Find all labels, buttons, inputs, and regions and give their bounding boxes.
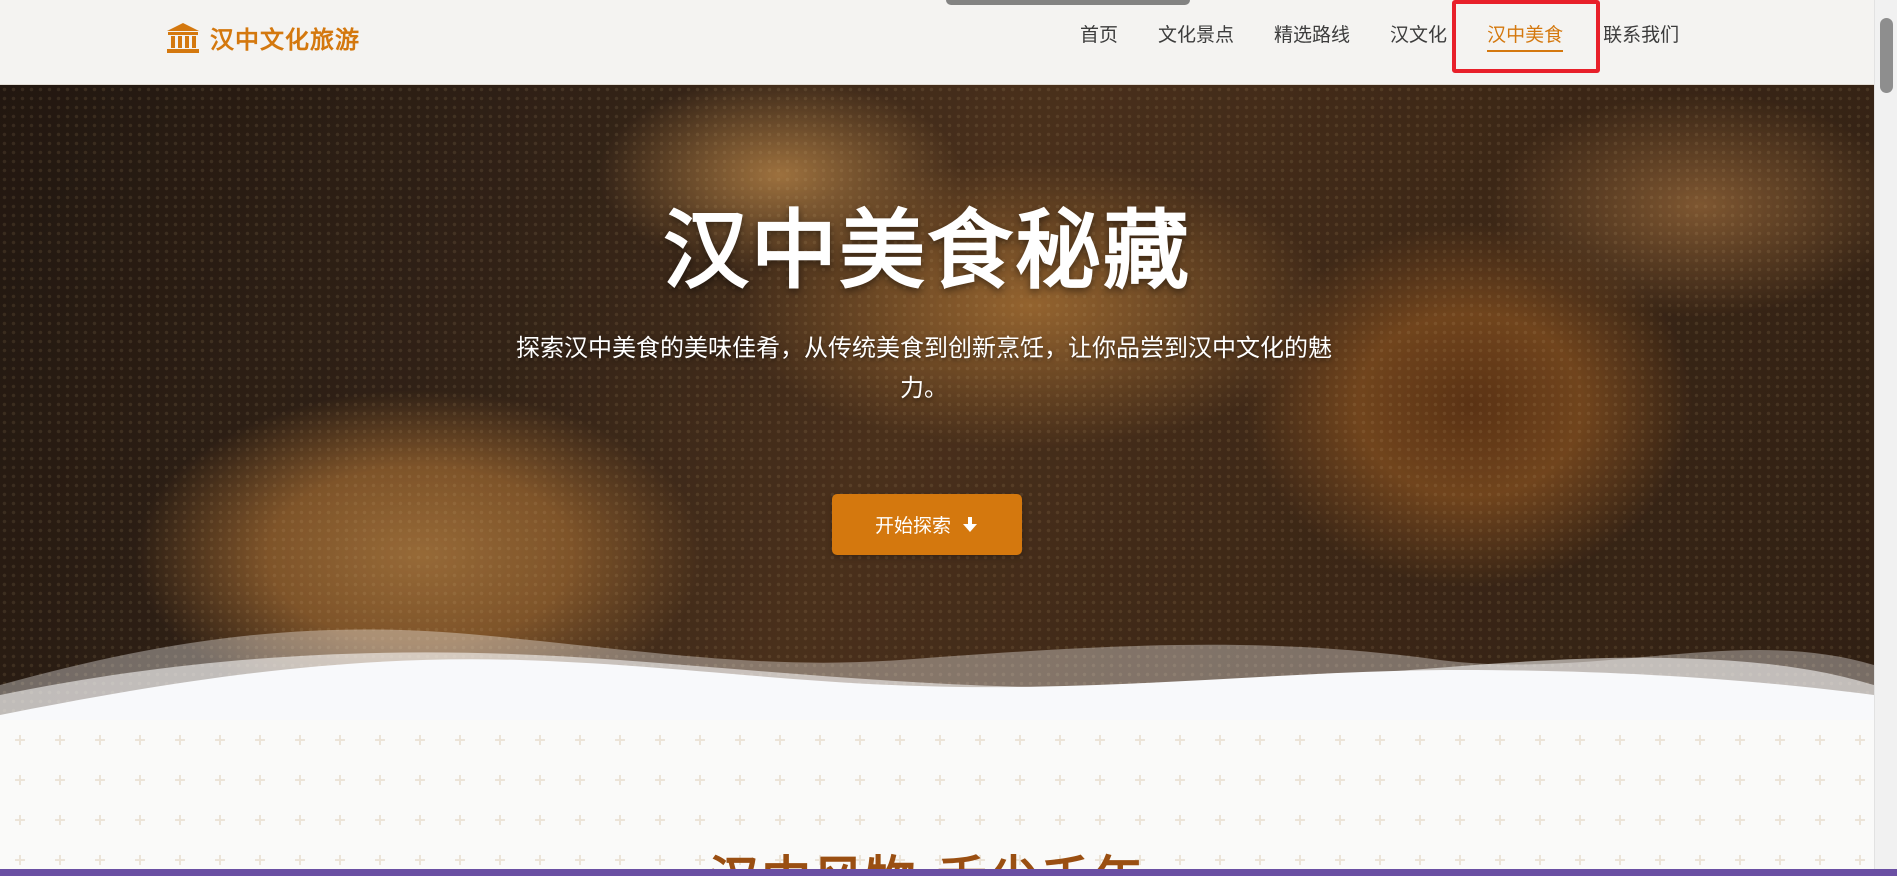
hero-description: 探索汉中美食的美味佳肴，从传统美食到创新烹饪，让你品尝到汉中文化的魅力。 xyxy=(516,334,1332,402)
nav-item-attractions[interactable]: 文化景点 xyxy=(1138,20,1254,50)
start-explore-label: 开始探索 xyxy=(874,515,951,537)
logo-text: 汉中文化旅游 xyxy=(210,25,360,54)
nav-item-contact[interactable]: 联系我们 xyxy=(1583,20,1699,50)
nav-item-home[interactable]: 首页 xyxy=(1060,20,1138,50)
nav-item-han-culture[interactable]: 汉文化 xyxy=(1370,20,1467,50)
bottom-border xyxy=(0,869,1897,876)
main-nav: 首页 文化景点 精选路线 汉文化 汉中美食 联系我们 xyxy=(1060,20,1699,52)
site-logo[interactable]: 汉中文化旅游 xyxy=(166,20,360,55)
temple-icon xyxy=(167,22,199,53)
hero-title: 汉中美食秘藏 xyxy=(663,201,1191,301)
nav-item-routes[interactable]: 精选路线 xyxy=(1254,20,1370,50)
scrollbar-thumb[interactable] xyxy=(1880,18,1893,93)
page-scrollbar[interactable] xyxy=(1874,0,1897,876)
nav-item-food[interactable]: 汉中美食 xyxy=(1467,20,1583,52)
top-overlay-shadow xyxy=(946,0,1190,5)
start-explore-button[interactable]: 开始探索 xyxy=(832,494,1022,555)
site-header: 汉中文化旅游 首页 文化景点 精选路线 汉文化 汉中美食 联系我们 xyxy=(0,0,1874,85)
arrow-down-icon xyxy=(963,516,977,532)
